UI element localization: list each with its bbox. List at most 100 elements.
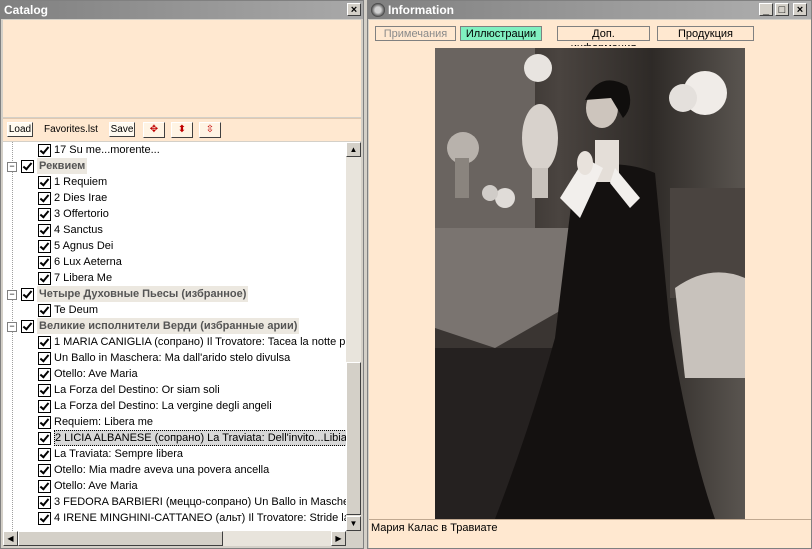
move-to-edges-button[interactable]: ⇳ bbox=[199, 122, 221, 138]
tree-item[interactable]: 4 IRENE MINGHINI-CATTANEO (альт) Il Trov… bbox=[3, 510, 346, 526]
tree-item[interactable]: 17 Su me...morente... bbox=[3, 142, 346, 158]
catalog-title: Catalog bbox=[4, 3, 49, 17]
collapse-icon[interactable]: − bbox=[7, 322, 17, 332]
minimize-button[interactable]: _ bbox=[759, 3, 773, 16]
item-checkbox[interactable] bbox=[38, 448, 51, 461]
catalog-close-button[interactable]: × bbox=[347, 3, 361, 16]
item-checkbox[interactable] bbox=[38, 352, 51, 365]
tree-item-label: 2 LICIA ALBANESE (сопрано) La Traviata: … bbox=[54, 430, 346, 446]
tree-item-label: La Forza del Destino: La vergine degli a… bbox=[54, 400, 272, 412]
tree-item[interactable]: 3 Offertorio bbox=[3, 206, 346, 222]
tree-item[interactable]: 1 MARIA CANIGLIA (сопрано) Il Trovatore:… bbox=[3, 334, 346, 350]
load-button[interactable]: Load bbox=[7, 122, 33, 137]
tab-notes[interactable]: Примечания bbox=[375, 26, 456, 41]
tree-item[interactable]: 7 Libera Me bbox=[3, 270, 346, 286]
tree-item[interactable]: 2 LICIA ALBANESE (сопрано) La Traviata: … bbox=[3, 430, 346, 446]
item-checkbox[interactable] bbox=[38, 304, 51, 317]
tree-item[interactable]: 4 Sanctus bbox=[3, 222, 346, 238]
information-tabs: Примечания Иллюстрации Доп. информация П… bbox=[369, 20, 811, 54]
tree-item-label: Un Ballo in Maschera: Ma dall'arido stel… bbox=[54, 352, 291, 364]
app-disc-icon bbox=[371, 3, 385, 17]
maximize-button[interactable]: □ bbox=[775, 3, 789, 16]
tree-item[interactable]: Requiem: Libera me bbox=[3, 414, 346, 430]
item-checkbox[interactable] bbox=[38, 368, 51, 381]
vertical-scroll-thumb[interactable] bbox=[346, 362, 361, 515]
horizontal-scroll-thumb[interactable] bbox=[18, 531, 223, 546]
scroll-right-arrow-icon[interactable]: ▶ bbox=[331, 531, 346, 546]
item-checkbox[interactable] bbox=[38, 176, 51, 189]
scroll-up-arrow-icon[interactable]: ▲ bbox=[346, 142, 361, 157]
group-checkbox[interactable] bbox=[21, 320, 34, 333]
tree-item-label: La Forza del Destino: Or siam soli bbox=[54, 384, 220, 396]
tree-group-label: Реквием bbox=[37, 158, 88, 174]
tree-item[interactable]: La Traviata: Sempre libera bbox=[3, 446, 346, 462]
tree-item[interactable]: Otello: Ave Maria bbox=[3, 366, 346, 382]
tree-item[interactable]: 1 Requiem bbox=[3, 174, 346, 190]
item-checkbox[interactable] bbox=[38, 208, 51, 221]
catalog-tree[interactable]: 17 Su me...morente... − Реквием 1 Requiem 2 … bbox=[3, 142, 346, 531]
tree-item-label: 5 Agnus Dei bbox=[54, 240, 114, 252]
catalog-info-area bbox=[3, 20, 361, 117]
tree-vertical-scrollbar[interactable]: ▲ ▼ bbox=[346, 142, 361, 531]
item-checkbox[interactable] bbox=[38, 256, 51, 269]
catalog-window: Catalog × Load Favorites.lst Save ✥ ⬍ ⇳ … bbox=[0, 0, 364, 549]
tree-item-label: 3 FEDORA BARBIERI (меццо-сопрано) Un Bal… bbox=[54, 496, 346, 508]
item-checkbox[interactable] bbox=[38, 496, 51, 509]
tab-additional-info[interactable]: Доп. информация bbox=[557, 26, 650, 54]
item-checkbox[interactable] bbox=[38, 416, 51, 429]
group-checkbox[interactable] bbox=[21, 160, 34, 173]
tree-item-label: 17 Su me...morente... bbox=[54, 144, 160, 156]
move-all-button[interactable]: ✥ bbox=[143, 122, 165, 138]
tree-item[interactable]: Un Ballo in Maschera: Ma dall'arido stel… bbox=[3, 350, 346, 366]
illustration-area bbox=[369, 46, 811, 519]
item-checkbox[interactable] bbox=[38, 224, 51, 237]
item-checkbox[interactable] bbox=[38, 240, 51, 253]
item-checkbox[interactable] bbox=[38, 400, 51, 413]
tree-item[interactable]: Otello: Ave Maria bbox=[3, 478, 346, 494]
item-checkbox[interactable] bbox=[38, 336, 51, 349]
collapse-icon[interactable]: − bbox=[7, 290, 17, 300]
tree-item-label: Otello: Ave Maria bbox=[54, 480, 138, 492]
tab-products[interactable]: Продукция bbox=[657, 26, 754, 41]
save-button[interactable]: Save bbox=[109, 122, 135, 137]
scroll-left-arrow-icon[interactable]: ◀ bbox=[3, 531, 18, 546]
tree-item[interactable]: Otello: Mia madre aveva una povera ancel… bbox=[3, 462, 346, 478]
catalog-toolbar: Load Favorites.lst Save ✥ ⬍ ⇳ bbox=[3, 118, 361, 141]
tree-item[interactable]: 5 Agnus Dei bbox=[3, 238, 346, 254]
information-titlebar[interactable]: Information _ □ × bbox=[368, 1, 811, 19]
tree-item[interactable]: 6 Lux Aeterna bbox=[3, 254, 346, 270]
item-checkbox[interactable] bbox=[38, 464, 51, 477]
item-checkbox[interactable] bbox=[38, 480, 51, 493]
item-checkbox[interactable] bbox=[38, 432, 51, 445]
tree-item[interactable]: La Forza del Destino: La vergine degli a… bbox=[3, 398, 346, 414]
tree-item-label: Otello: Ave Maria bbox=[54, 368, 138, 380]
tree-item[interactable]: 2 Dies Irae bbox=[3, 190, 346, 206]
move-up-down-button[interactable]: ⬍ bbox=[171, 122, 193, 138]
move-all-icon: ✥ bbox=[149, 124, 159, 135]
illustration-caption: Мария Калас в Травиате bbox=[371, 522, 498, 534]
item-checkbox[interactable] bbox=[38, 144, 51, 157]
tree-horizontal-scrollbar[interactable]: ◀ ▶ bbox=[3, 531, 346, 546]
tree-item[interactable]: 3 FEDORA BARBIERI (меццо-сопрано) Un Bal… bbox=[3, 494, 346, 510]
item-checkbox[interactable] bbox=[38, 192, 51, 205]
information-close-button[interactable]: × bbox=[793, 3, 807, 16]
tree-item-label: Requiem: Libera me bbox=[54, 416, 154, 428]
item-checkbox[interactable] bbox=[38, 512, 51, 525]
tree-item[interactable]: Te Deum bbox=[3, 302, 346, 318]
tree-item-label: 1 Requiem bbox=[54, 176, 108, 188]
tree-group[interactable]: − Четыре Духовные Пьесы (избранное) bbox=[3, 286, 346, 302]
favorites-file-label: Favorites.lst bbox=[44, 124, 98, 135]
group-checkbox[interactable] bbox=[21, 288, 34, 301]
tab-illustrations[interactable]: Иллюстрации bbox=[460, 26, 542, 41]
resize-grip-icon[interactable] bbox=[346, 531, 361, 546]
tree-item-label: 7 Libera Me bbox=[54, 272, 113, 284]
tree-group[interactable]: − Великие исполнители Верди (избранные ар… bbox=[3, 318, 346, 334]
tree-group[interactable]: − Реквием bbox=[3, 158, 346, 174]
tree-item[interactable]: La Forza del Destino: Or siam soli bbox=[3, 382, 346, 398]
scroll-down-arrow-icon[interactable]: ▼ bbox=[346, 516, 361, 531]
item-checkbox[interactable] bbox=[38, 272, 51, 285]
item-checkbox[interactable] bbox=[38, 384, 51, 397]
tree-item-label: La Traviata: Sempre libera bbox=[54, 448, 184, 460]
collapse-icon[interactable]: − bbox=[7, 162, 17, 172]
catalog-titlebar[interactable]: Catalog × bbox=[1, 1, 363, 19]
